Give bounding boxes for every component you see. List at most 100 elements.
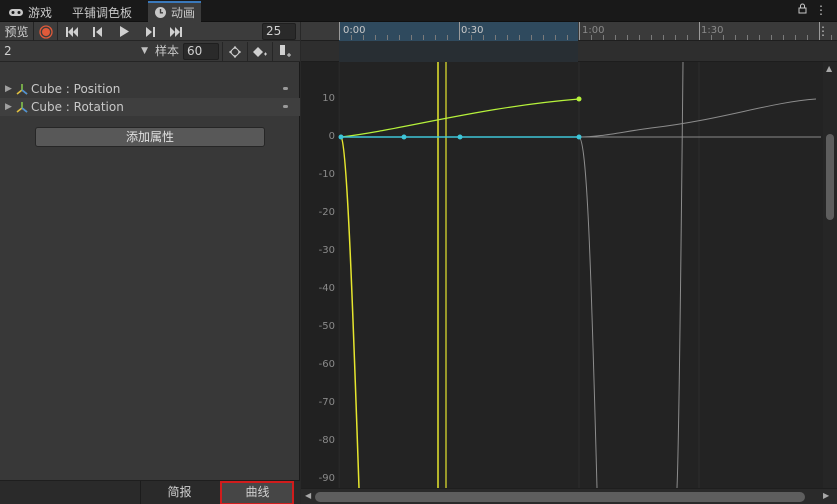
tab-label: 游戏 [28,5,53,20]
curve-loop-preview [578,98,817,138]
keyframe[interactable] [457,134,463,140]
ruler-tick [675,35,676,40]
scroll-left-icon[interactable]: ◀ [305,491,311,500]
play-button[interactable] [112,22,136,41]
clip-dropdown[interactable]: 2 ▼ [0,42,151,61]
ruler-tick [831,35,832,40]
property-indicator-icon [283,87,288,90]
next-key-button[interactable] [138,22,162,41]
scroll-up-icon[interactable]: ▲ [826,64,832,73]
tab-label: 动画 [171,6,196,20]
horizontal-scrollbar[interactable]: ◀ ▶ [301,488,837,504]
more-menu-icon[interactable]: ⋮ [815,3,827,17]
add-property-button[interactable]: 添加属性 [35,127,265,147]
step-back-icon [93,26,102,37]
clock-icon [155,7,166,18]
ruler-tick [375,35,376,40]
curve-loop-preview [578,136,598,488]
time-label: 0:30 [461,25,484,36]
view-mode-tabs: 简报 曲线 [0,480,300,504]
preview-button[interactable]: 预览 [0,22,34,41]
ruler-tick [519,35,520,40]
current-frame-field[interactable]: 25 [262,23,296,40]
curve-graph[interactable]: 10 0 -10 -20 -30 -40 -50 -60 -70 -80 -90 [301,62,837,488]
tab-animation[interactable]: 动画 [148,1,202,22]
ruler-tick [627,35,628,40]
ruler-tick [543,35,544,40]
ruler-tick [411,35,412,40]
property-row-position[interactable]: ▶ Cube : Position [0,80,300,98]
tab-game[interactable]: 游戏 [2,2,58,22]
ruler-tick [447,35,448,40]
scrollbar-thumb[interactable] [826,134,834,220]
time-label: 1:30 [701,25,724,36]
add-keyframe-icon [253,46,267,57]
y-axis-label: -40 [319,283,335,294]
window-tab-bar: 游戏 平铺调色板 动画 ⋮ [0,0,837,22]
ruler-tick [435,35,436,40]
ruler-tick [423,35,424,40]
keyframe[interactable] [576,96,582,102]
ruler-tick [459,22,460,40]
ruler-tick [567,35,568,40]
keyframe[interactable] [338,134,344,140]
sample-label: 样本 [155,44,180,58]
ruler-tick [387,35,388,40]
chevron-down-icon: ▼ [141,46,148,56]
filter-keys-button[interactable] [222,42,247,61]
y-axis-label: -70 [319,397,335,408]
y-axis-label: 0 [329,131,335,142]
add-keyframe-button[interactable] [247,42,272,61]
ruler-tick [795,35,796,40]
add-event-button[interactable] [272,42,297,61]
vertical-scrollbar[interactable]: ▲ [823,62,837,488]
ruler-tick [615,35,616,40]
record-button[interactable] [34,22,58,41]
property-indicator-icon [283,105,288,108]
y-axis-label: -60 [319,359,335,370]
tab-dopesheet[interactable]: 简报 [140,481,218,504]
window-controls: ⋮ [798,3,827,17]
clip-name: 2 [4,44,12,58]
y-axis-label: -20 [319,207,335,218]
ruler-tick [771,35,772,40]
curve-green[interactable] [340,98,580,138]
animation-hierarchy-panel: 预览 25 2 ▼ 样本 60 ▶ Cube: Position ▶ Cube… [0,22,300,504]
keyframe[interactable] [576,134,582,140]
curve-yellow[interactable] [340,136,360,488]
transform-axes-icon [16,84,28,95]
time-label: 0:00 [343,25,366,36]
lock-icon[interactable] [798,3,807,14]
property-label: Cube : Position [31,82,121,96]
crosshair-diamond-icon [229,45,241,58]
prev-key-button[interactable] [86,22,110,41]
expand-arrow-icon[interactable]: ▶ [5,102,15,112]
property-row-rotation[interactable]: ▶ Cube : Rotation [0,98,300,116]
scroll-right-icon[interactable]: ▶ [823,491,829,500]
skip-start-icon [66,26,78,37]
more-menu-icon[interactable]: ⋮ [817,24,829,38]
sample-rate-field[interactable]: 60 [183,43,219,60]
curve-loop-preview [676,62,684,488]
ruler-tick [747,35,748,40]
event-track[interactable] [301,41,837,62]
play-icon [119,26,129,37]
ruler-tick [699,22,700,40]
keyframe[interactable] [401,134,407,140]
tab-tile-palette[interactable]: 平铺调色板 [66,2,138,22]
curve-editor: 0:00 0:30 1:00 1:30 ⋮ 10 0 -10 -20 -30 -… [301,22,837,504]
first-key-button[interactable] [60,22,84,41]
transform-axes-icon [16,102,28,113]
gamepad-icon [9,9,23,16]
record-icon [38,24,53,39]
playback-toolbar: 预览 25 [0,22,300,41]
tab-curves[interactable]: 曲线 [220,481,294,504]
expand-arrow-icon[interactable]: ▶ [5,84,15,94]
ruler-tick [759,35,760,40]
last-key-button[interactable] [164,22,188,41]
ruler-tick [579,22,580,40]
y-axis-label: -90 [319,473,335,484]
scrollbar-thumb[interactable] [315,492,805,502]
ruler-tick [555,35,556,40]
timeline-ruler[interactable]: 0:00 0:30 1:00 1:30 ⋮ [301,22,837,41]
